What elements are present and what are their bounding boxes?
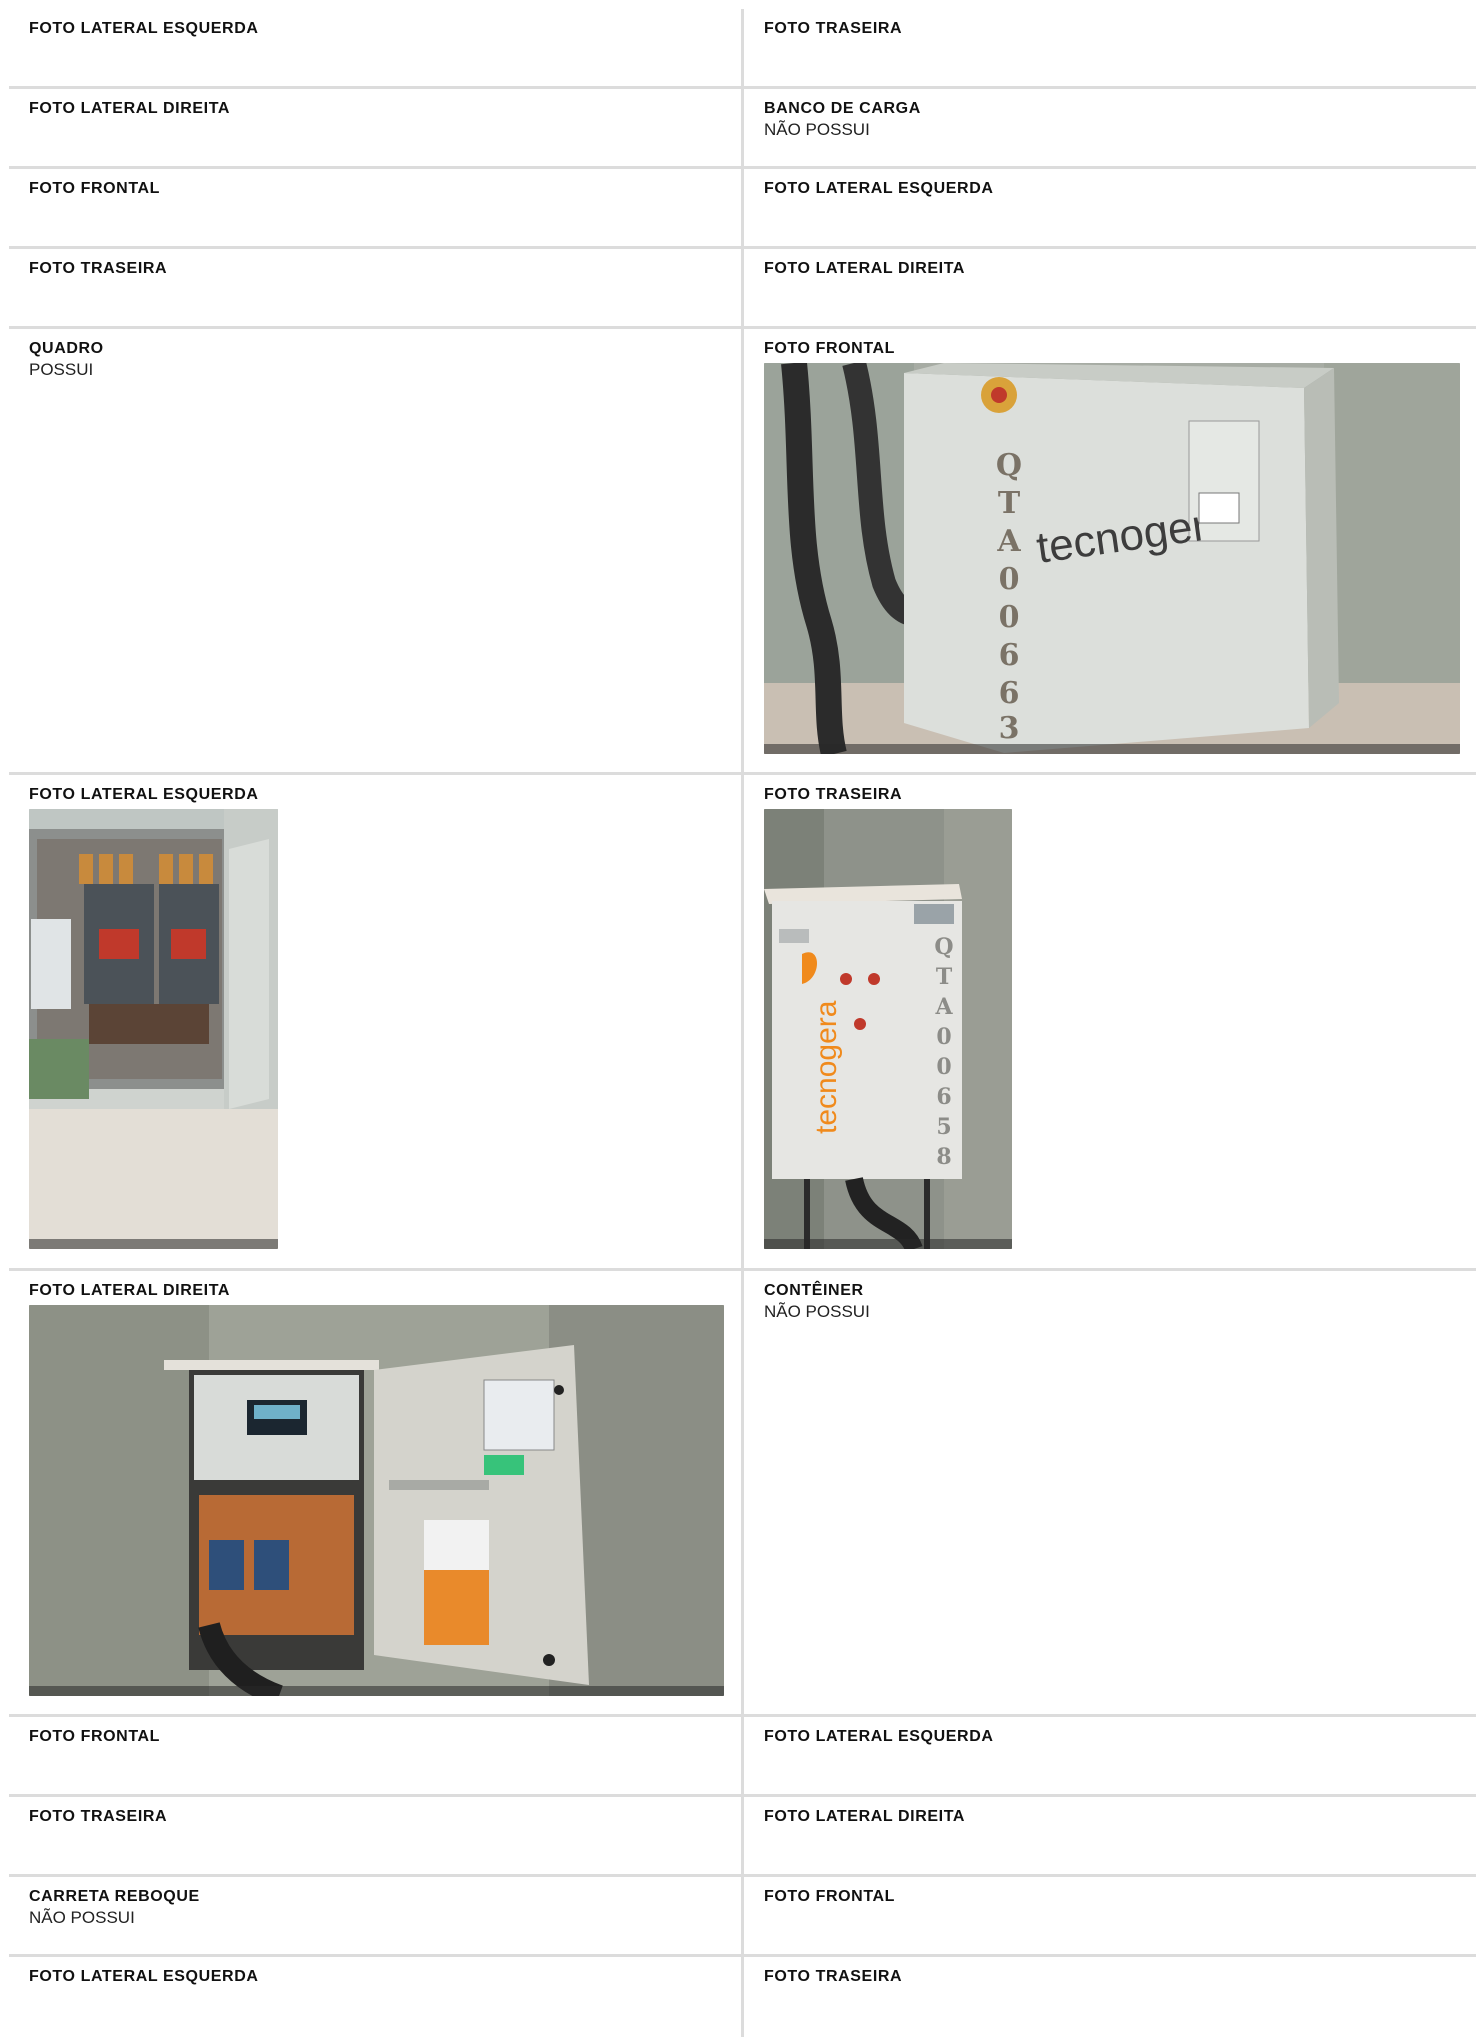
stencil-char: T — [998, 486, 1021, 521]
field-cell: FOTO TRASEIRA tecnogera Q T A 0 0 6 5 8 — [744, 775, 1476, 1271]
field-label: FOTO FRONTAL — [29, 180, 161, 197]
field-cell: FOTO FRONTAL — [9, 1717, 744, 1797]
field-value: NÃO POSSUI — [764, 120, 870, 139]
field-cell: FOTO TRASEIRA — [9, 1797, 744, 1877]
photo-timestamp-bar — [764, 744, 1460, 754]
field-label: FOTO LATERAL DIREITA — [29, 1282, 231, 1299]
field-cell: FOTO TRASEIRA — [744, 9, 1476, 89]
field-cell: FOTO LATERAL ESQUERDA — [9, 9, 744, 89]
field-cell: FOTO LATERAL ESQUERDA — [744, 1717, 1476, 1797]
field-cell: QUADRO POSSUI — [9, 329, 744, 775]
stencil-char: 3 — [999, 711, 1020, 746]
stencil-char: Q — [934, 934, 953, 960]
field-cell: FOTO LATERAL DIREITA — [744, 1797, 1476, 1877]
field-value: POSSUI — [29, 360, 94, 379]
stencil-char: 8 — [936, 1144, 951, 1170]
field-label: FOTO LATERAL DIREITA — [764, 1808, 966, 1825]
field-cell: FOTO LATERAL DIREITA — [9, 89, 744, 169]
field-label: CARRETA REBOQUE — [29, 1888, 200, 1905]
field-cell: BANCO DE CARGA NÃO POSSUI — [744, 89, 1476, 169]
stencil-char: 5 — [936, 1114, 951, 1140]
field-label: FOTO FRONTAL — [764, 340, 896, 357]
field-label: FOTO TRASEIRA — [29, 260, 168, 277]
field-cell: FOTO LATERAL ESQUERDA — [9, 775, 744, 1271]
field-label: FOTO FRONTAL — [764, 1888, 896, 1905]
field-cell: FOTO LATERAL DIREITA — [744, 249, 1476, 329]
photo-lateral-esquerda[interactable] — [29, 809, 278, 1249]
stencil-char: T — [936, 964, 953, 990]
field-label: FOTO LATERAL ESQUERDA — [29, 786, 259, 803]
field-label: QUADRO — [29, 340, 104, 357]
field-value: NÃO POSSUI — [29, 1908, 135, 1927]
field-label: FOTO TRASEIRA — [764, 1968, 903, 1985]
field-label: FOTO LATERAL ESQUERDA — [29, 1968, 259, 1985]
photo-traseira[interactable]: tecnogera Q T A 0 0 6 5 8 — [764, 809, 1012, 1249]
stencil-char: 0 — [999, 600, 1020, 635]
field-cell: CARRETA REBOQUE NÃO POSSUI — [9, 1877, 744, 1957]
stencil-char: 6 — [936, 1084, 951, 1110]
stencil-char: 0 — [999, 562, 1020, 597]
field-label: FOTO TRASEIRA — [764, 20, 903, 37]
stencil-char: Q — [996, 448, 1022, 483]
field-cell: FOTO FRONTAL Q T A 0 0 6 6 3 tecnoger — [744, 329, 1476, 775]
field-label: FOTO LATERAL DIREITA — [29, 100, 231, 117]
stencil-char: A — [934, 994, 953, 1020]
field-label: FOTO TRASEIRA — [29, 1808, 168, 1825]
field-cell: FOTO TRASEIRA — [9, 249, 744, 329]
stencil-char: A — [996, 524, 1021, 559]
field-value: NÃO POSSUI — [764, 1302, 870, 1321]
photo-timestamp-bar — [29, 1239, 278, 1249]
field-cell: FOTO FRONTAL — [9, 169, 744, 249]
photo-timestamp-bar — [764, 1239, 1012, 1249]
photo-timestamp-bar — [29, 1686, 724, 1696]
field-label: BANCO DE CARGA — [764, 100, 921, 117]
stencil-char: 0 — [936, 1024, 951, 1050]
stencil-char: 0 — [936, 1054, 951, 1080]
field-label: FOTO TRASEIRA — [764, 786, 903, 803]
field-label: CONTÊINER — [764, 1282, 864, 1299]
photo-lateral-direita[interactable] — [29, 1305, 724, 1696]
field-cell: FOTO TRASEIRA — [744, 1957, 1476, 2037]
brand-logo: tecnogera — [810, 1000, 843, 1134]
field-label: FOTO LATERAL ESQUERDA — [764, 1728, 994, 1745]
stencil-char: 6 — [999, 638, 1020, 673]
photo-frontal[interactable]: Q T A 0 0 6 6 3 tecnoger — [764, 363, 1460, 754]
field-label: FOTO FRONTAL — [29, 1728, 161, 1745]
field-label: FOTO LATERAL ESQUERDA — [764, 180, 994, 197]
field-cell: FOTO LATERAL ESQUERDA — [9, 1957, 744, 2037]
field-cell: FOTO LATERAL ESQUERDA — [744, 169, 1476, 249]
field-label: FOTO LATERAL ESQUERDA — [29, 20, 259, 37]
field-cell: FOTO LATERAL DIREITA — [9, 1271, 744, 1717]
field-label: FOTO LATERAL DIREITA — [764, 260, 966, 277]
field-cell: FOTO FRONTAL — [744, 1877, 1476, 1957]
field-cell: CONTÊINER NÃO POSSUI — [744, 1271, 1476, 1717]
stencil-char: 6 — [999, 676, 1020, 711]
